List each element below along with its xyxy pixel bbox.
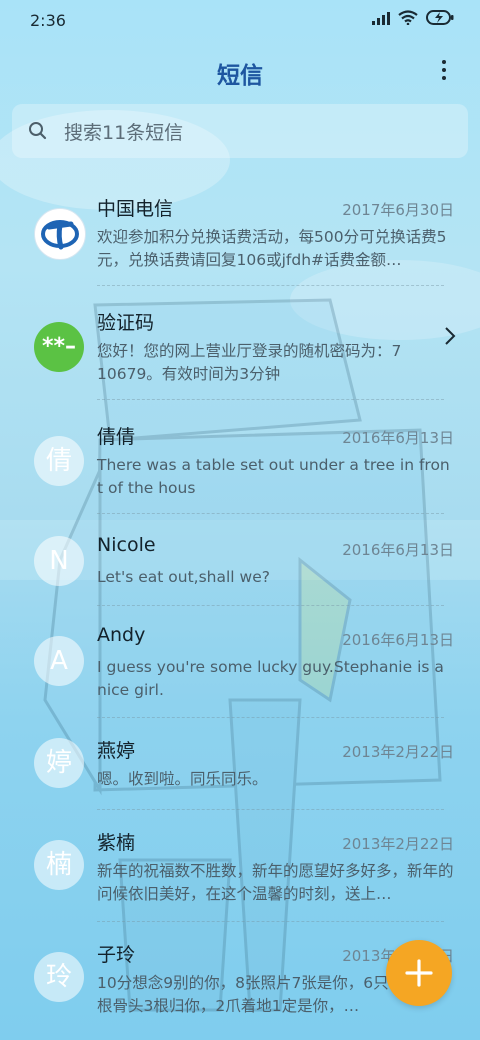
contact-name: Nicole: [97, 534, 156, 556]
search-placeholder: 搜索11条短信: [64, 122, 184, 144]
signal-icon: [372, 11, 390, 25]
message-preview: 新年的祝福数不胜数，新年的愿望好多好多，新年的问候依旧美好，在这个温馨的时刻，送…: [97, 862, 454, 903]
conversation-item[interactable]: N Nicole 2016年6月13日 Let's eat out,shall …: [0, 514, 480, 606]
message-preview: 您好！您的网上营业厅登录的随机密码为：710679。有效时间为3分钟: [97, 342, 402, 383]
contact-name: 验证码: [97, 312, 155, 334]
message-preview: I guess you're some lucky guy.Stephanie …: [97, 658, 444, 699]
conversation-item[interactable]: 楠 紫楠 2013年2月22日 新年的祝福数不胜数，新年的愿望好多好多，新年的问…: [0, 810, 480, 922]
contact-name: 紫楠: [97, 832, 136, 854]
avatar: [34, 208, 86, 260]
search-icon: [29, 122, 47, 140]
status-time: 2:36: [30, 11, 66, 30]
app-header: 短信: [0, 44, 480, 98]
contact-name: 倩倩: [97, 426, 136, 448]
conversation-item[interactable]: 婷 燕婷 2013年2月22日 嗯。收到啦。同乐同乐。: [0, 718, 480, 810]
new-message-button[interactable]: [386, 940, 452, 1006]
wifi-icon: [398, 10, 418, 25]
message-date: 2017年6月30日: [342, 201, 454, 219]
avatar: 玲: [34, 952, 84, 1002]
message-date: 2016年6月13日: [342, 429, 454, 447]
message-preview: There was a table set out under a tree i…: [97, 456, 450, 497]
conversation-item[interactable]: 倩 倩倩 2016年6月13日 There was a table set ou…: [0, 400, 480, 514]
more-options-icon[interactable]: [434, 56, 454, 86]
conversation-item[interactable]: **– 验证码 您好！您的网上营业厅登录的随机密码为：710679。有效时间为3…: [0, 286, 480, 400]
contact-name: 中国电信: [97, 198, 174, 220]
status-icons: [372, 10, 454, 25]
conversation-item[interactable]: 中国电信 2017年6月30日 欢迎参加积分兑换话费活动，每500分可兑换话费5…: [0, 172, 480, 286]
avatar: 倩: [34, 436, 84, 486]
chevron-right-icon[interactable]: [444, 326, 456, 346]
message-date: 2013年2月22日: [342, 835, 454, 853]
message-date: 2016年6月13日: [342, 631, 454, 649]
conversation-item[interactable]: A Andy 2016年6月13日 I guess you're some lu…: [0, 606, 480, 718]
status-bar: 2:36: [0, 0, 480, 44]
avatar: N: [34, 536, 84, 586]
search-bar[interactable]: 搜索11条短信: [12, 104, 468, 158]
message-date: 2013年2月22日: [342, 743, 454, 761]
battery-charging-icon: [426, 10, 454, 25]
message-date: 2016年6月13日: [342, 541, 454, 559]
avatar: 婷: [34, 738, 84, 788]
avatar: **–: [34, 322, 84, 372]
contact-name: Andy: [97, 624, 146, 646]
plus-icon: [405, 959, 433, 987]
contact-name: 燕婷: [97, 740, 136, 762]
avatar: A: [34, 636, 84, 686]
message-preview: Let's eat out,shall we?: [97, 568, 270, 586]
page-title: 短信: [217, 63, 263, 89]
avatar: 楠: [34, 840, 84, 890]
china-telecom-logo-icon: [41, 220, 79, 250]
message-preview: 嗯。收到啦。同乐同乐。: [97, 770, 268, 788]
message-preview: 欢迎参加积分兑换话费活动，每500分可兑换话费5元，兑换话费请回复106或jfd…: [97, 228, 447, 269]
contact-name: 子玲: [97, 944, 136, 966]
